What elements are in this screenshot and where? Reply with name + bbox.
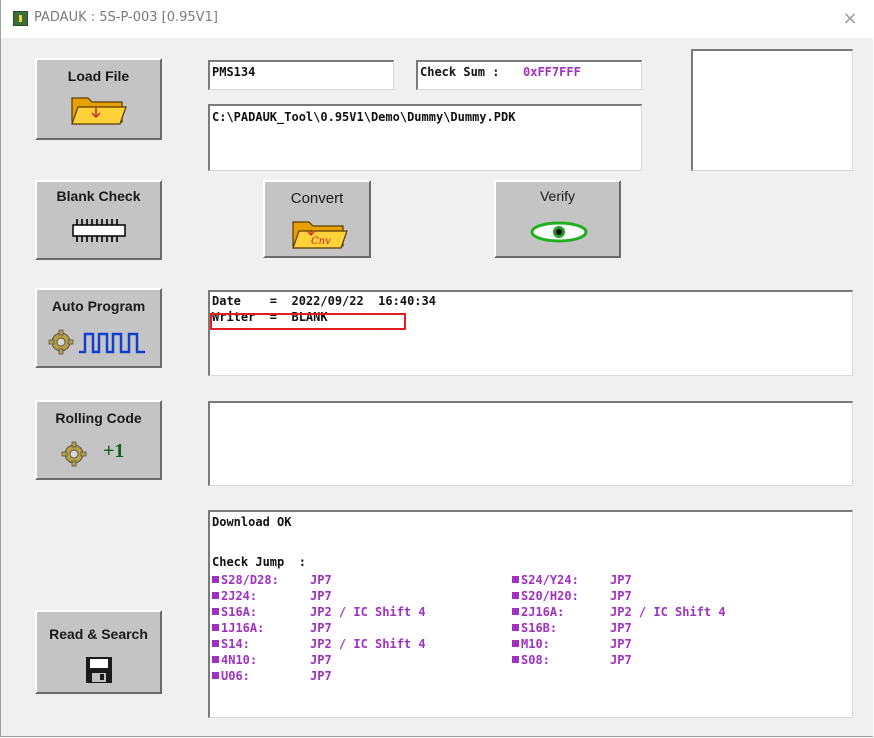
app-icon xyxy=(13,11,28,26)
jump-package-name: M10: xyxy=(521,637,550,651)
jump-value-right: JP7 xyxy=(610,653,632,667)
read-search-label: Read & Search xyxy=(49,626,148,642)
file-path-field: C:\PADAUK_Tool\0.95V1\Demo\Dummy\Dummy.P… xyxy=(208,104,642,171)
jump-package-left: S16A: xyxy=(212,605,257,619)
jump-value-left: JP2 / IC Shift 4 xyxy=(310,605,426,619)
bullet-square-icon xyxy=(212,656,219,663)
jump-package-name: U06: xyxy=(221,669,250,683)
bullet-square-icon xyxy=(212,672,219,679)
rolling-code-label: Rolling Code xyxy=(55,410,142,426)
checksum-field: Check Sum : 0xFF7FFF xyxy=(416,60,642,90)
jump-value-left: JP7 xyxy=(310,589,332,603)
auto-program-label: Auto Program xyxy=(51,298,146,314)
bullet-square-icon xyxy=(512,656,519,663)
bullet-square-icon xyxy=(212,624,219,631)
jump-value-left: JP7 xyxy=(310,653,332,667)
convert-icon-text: Cnv xyxy=(311,236,331,247)
load-file-button[interactable]: Load File xyxy=(35,58,162,140)
chip-icon xyxy=(72,219,126,242)
bullet-square-icon xyxy=(212,576,219,583)
jump-value-right: JP7 xyxy=(610,589,632,603)
bullet-square-icon xyxy=(512,640,519,647)
writer-highlight-box xyxy=(210,313,406,330)
ic-name-value: PMS134 xyxy=(212,65,256,79)
jump-package-right: S20/H20: xyxy=(512,589,579,603)
jump-package-left: S14: xyxy=(212,637,250,651)
checksum-label: Check Sum : xyxy=(420,65,507,79)
jump-value-right: JP7 xyxy=(610,573,632,587)
jump-value-right: JP7 xyxy=(610,637,632,651)
verify-label: Verify xyxy=(539,188,575,204)
rolling-code-button[interactable]: Rolling Code +1 xyxy=(35,400,162,480)
blank-check-button[interactable]: Blank Check xyxy=(35,180,162,260)
main-window: PADAUK : 5S-P-003 [0.95V1] × Load File P… xyxy=(0,0,873,737)
jump-package-left: S28/D28: xyxy=(212,573,279,587)
jump-package-name: 2J16A: xyxy=(521,605,565,619)
convert-button[interactable]: Convert Cnv xyxy=(263,180,371,258)
jump-package-name: S14: xyxy=(221,637,250,651)
date-line: Date = 2022/09/22 16:40:34 xyxy=(212,294,436,308)
gear-icon xyxy=(61,441,87,467)
check-jump-label: Check Jump : xyxy=(212,555,306,569)
bullet-square-icon xyxy=(512,592,519,599)
jump-package-name: 4N10: xyxy=(221,653,258,667)
jump-package-right: 2J16A: xyxy=(512,605,564,619)
jump-package-left: 4N10: xyxy=(212,653,257,667)
jump-value-right: JP2 / IC Shift 4 xyxy=(610,605,726,619)
jump-package-right: S24/Y24: xyxy=(512,573,579,587)
checksum-value: 0xFF7FFF xyxy=(523,65,581,79)
rolling-code-panel xyxy=(208,401,853,486)
jump-value-right: JP7 xyxy=(610,621,632,635)
jump-package-right: M10: xyxy=(512,637,550,651)
ic-name-field: PMS134 xyxy=(208,60,394,90)
gear-pulse-icon xyxy=(48,329,145,355)
jump-value-left: JP2 / IC Shift 4 xyxy=(310,637,426,651)
title-bar: PADAUK : 5S-P-003 [0.95V1] × xyxy=(1,0,873,38)
read-search-button[interactable]: Read & Search xyxy=(35,610,162,694)
rolling-code-increment: +1 xyxy=(103,440,125,462)
jump-package-right: S08: xyxy=(512,653,550,667)
download-status: Download OK xyxy=(212,515,292,529)
bullet-square-icon xyxy=(212,592,219,599)
eye-icon xyxy=(530,221,588,243)
verify-button[interactable]: Verify xyxy=(494,180,621,258)
jump-package-right: S16B: xyxy=(512,621,557,635)
info-panel: Date = 2022/09/22 16:40:34 Writer = BLAN… xyxy=(208,290,853,376)
jump-value-left: JP7 xyxy=(310,669,332,683)
jump-package-left: U06: xyxy=(212,669,250,683)
bullet-square-icon xyxy=(512,624,519,631)
folder-open-icon xyxy=(71,97,127,125)
jump-package-name: 2J24: xyxy=(221,589,258,603)
jump-package-name: S08: xyxy=(521,653,550,667)
folder-convert-icon: Cnv xyxy=(292,221,348,249)
jump-package-left: 1J16A: xyxy=(212,621,264,635)
bullet-square-icon xyxy=(512,608,519,615)
bullet-square-icon xyxy=(212,640,219,647)
file-path-value: C:\PADAUK_Tool\0.95V1\Demo\Dummy\Dummy.P… xyxy=(212,110,516,124)
blank-check-label: Blank Check xyxy=(56,188,141,204)
bullet-square-icon xyxy=(212,608,219,615)
jump-package-name: S24/Y24: xyxy=(521,573,579,587)
preview-box xyxy=(691,49,853,171)
close-button[interactable]: × xyxy=(837,6,863,32)
bullet-square-icon xyxy=(512,576,519,583)
log-panel: Download OK Check Jump : S28/D28: JP7 2J24… xyxy=(208,510,853,718)
jump-package-name: S20/H20: xyxy=(521,589,579,603)
jump-value-left: JP7 xyxy=(310,573,332,587)
auto-program-button[interactable]: Auto Program xyxy=(35,288,162,368)
window-title: PADAUK : 5S-P-003 [0.95V1] xyxy=(34,10,218,25)
floppy-disk-icon xyxy=(86,657,112,683)
jump-package-name: S28/D28: xyxy=(221,573,279,587)
load-file-label: Load File xyxy=(67,68,130,84)
jump-package-name: S16B: xyxy=(521,621,558,635)
jump-package-name: S16A: xyxy=(221,605,258,619)
jump-package-left: 2J24: xyxy=(212,589,257,603)
convert-label: Convert xyxy=(290,190,344,207)
jump-package-name: 1J16A: xyxy=(221,621,265,635)
jump-value-left: JP7 xyxy=(310,621,332,635)
